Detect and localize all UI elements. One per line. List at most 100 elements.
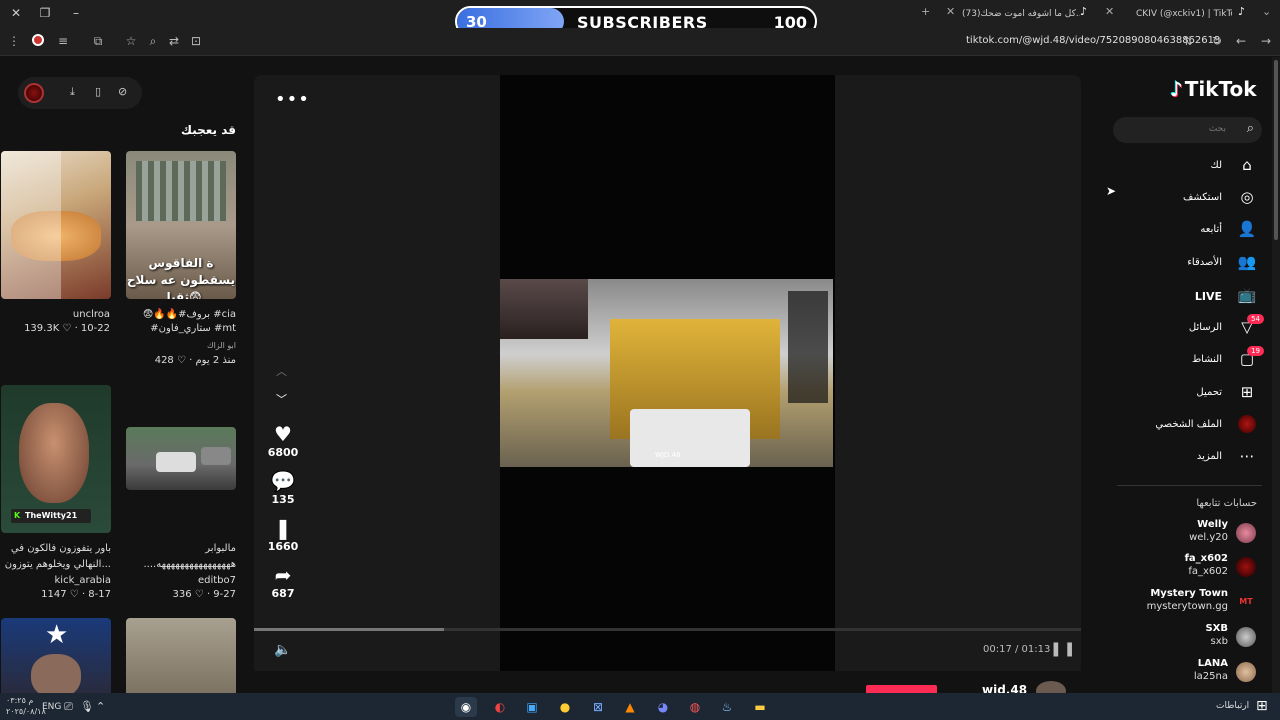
compass-small-icon[interactable]: ⊘: [118, 85, 127, 98]
minimize-window-icon[interactable]: –: [68, 6, 84, 20]
card-caption[interactable]: باور يتفوزون فالكون في: [1, 543, 111, 554]
follow-button[interactable]: [866, 685, 937, 693]
suggested-video-card[interactable]: [126, 427, 236, 490]
following-account[interactable]: Welly wel.y20: [1108, 519, 1258, 547]
site-settings-icon[interactable]: ⇅: [1180, 34, 1196, 48]
browser-taskbar-icon[interactable]: ◍: [684, 697, 706, 717]
restore-window-icon[interactable]: ❐: [37, 6, 53, 20]
previous-video-icon[interactable]: ︿: [276, 363, 287, 379]
more-options-icon[interactable]: •••: [275, 89, 310, 110]
card-caption[interactable]: 😨🔥🔥#بروف #cia: [126, 309, 236, 320]
suggested-video-card[interactable]: K TheWitty21: [1, 385, 111, 533]
extensions-icon[interactable]: ⧉: [90, 34, 106, 49]
window-taskbar-icon[interactable]: ▣: [521, 697, 543, 717]
nav-activity[interactable]: النشاط ▢ 19: [1118, 346, 1264, 372]
windows-start-icon[interactable]: ⊞: [1256, 698, 1268, 714]
card-caption-2[interactable]: النهالي ويخلوهم يتوزون...: [1, 559, 111, 570]
card-stats: 1147 ♡ · 8-17: [41, 589, 111, 600]
following-account[interactable]: Mystery Town mysterytown.gg MT: [1108, 588, 1258, 616]
card-caption-2[interactable]: ....ههههههههههههههههه: [126, 559, 237, 570]
volume-icon[interactable]: 🔈: [274, 642, 291, 658]
comment-icon[interactable]: 💬: [266, 469, 300, 493]
steam-taskbar-icon[interactable]: ♨: [716, 697, 738, 717]
nav-following[interactable]: أتابعه 👤: [1118, 220, 1258, 242]
nav-explore[interactable]: استكشف ◎: [1118, 188, 1258, 210]
browser-menu-icon[interactable]: ⋮: [6, 34, 22, 48]
card-author[interactable]: editbo7: [126, 575, 236, 586]
tab-inactive[interactable]: CKIV (@xckiv1) | TikTok(54): [1136, 5, 1232, 23]
app-taskbar-icon[interactable]: ▲: [619, 697, 641, 717]
scrollbar-thumb[interactable]: [1274, 60, 1278, 240]
language-indicator[interactable]: ENG: [42, 702, 61, 712]
mobile-icon[interactable]: ▯: [95, 85, 101, 98]
card-author[interactable]: unclroa: [50, 309, 110, 320]
search-icon[interactable]: ⌕: [1247, 121, 1254, 136]
video-author[interactable]: wjd.48: [982, 683, 1027, 693]
kick-logo-icon: K: [14, 511, 21, 520]
account-handle: la25na: [1193, 671, 1228, 682]
bookmark-icon[interactable]: ❚: [266, 516, 300, 540]
following-account[interactable]: fa_x602 fa_x602: [1108, 553, 1258, 581]
nav-profile[interactable]: الملف الشخصي: [1118, 415, 1258, 437]
nav-more[interactable]: المزيد ⋯: [1118, 447, 1258, 469]
nav-friends[interactable]: الأصدقاء 👥: [1118, 253, 1258, 275]
nav-for-you[interactable]: لك ⌂: [1118, 156, 1258, 178]
profile-avatar-icon[interactable]: [30, 34, 46, 49]
user-avatar[interactable]: [24, 83, 44, 103]
nav-live[interactable]: LIVE 📺: [1118, 286, 1258, 308]
tab-active[interactable]: (73)كل ما اشوفه اموت ضحك...: [962, 5, 1080, 23]
pause-icon[interactable]: ❚❚: [1050, 641, 1077, 657]
avatar: MT: [1236, 592, 1256, 612]
like-heart-icon[interactable]: ♥: [266, 422, 300, 446]
close-window-icon[interactable]: ✕: [8, 6, 24, 20]
forward-icon[interactable]: ←: [1233, 34, 1249, 48]
back-icon[interactable]: →: [1258, 34, 1274, 48]
discord-taskbar-icon[interactable]: ◕: [652, 697, 674, 717]
next-video-icon[interactable]: ﹀: [276, 391, 287, 407]
facecam: [500, 279, 588, 339]
account-name: LANA: [1197, 658, 1228, 669]
nav-upload[interactable]: تحميل ⊞: [1118, 383, 1258, 405]
video-frame[interactable]: WJD.48: [500, 279, 833, 467]
following-account[interactable]: SXB sxb: [1108, 623, 1258, 651]
media-icon[interactable]: ≡: [55, 34, 71, 48]
video-progress-bar[interactable]: [254, 628, 1081, 631]
reload-icon[interactable]: ↻: [1209, 34, 1225, 48]
bookmark-star-icon[interactable]: ☆: [123, 34, 139, 48]
zoom-icon[interactable]: ⌕: [145, 34, 161, 49]
tab-close-icon-2[interactable]: ✕: [1105, 5, 1114, 18]
display-icon[interactable]: ⎚: [64, 700, 73, 714]
search-input[interactable]: بحث ⌕: [1113, 117, 1262, 143]
translate-icon[interactable]: ⇄: [166, 34, 182, 48]
nav-label: أتابعه: [1200, 224, 1222, 235]
taskbar-label[interactable]: ارتباطات: [1216, 701, 1249, 711]
sidebar-divider: [1117, 485, 1262, 486]
share-arrow-icon[interactable]: ➦: [266, 563, 300, 587]
card-caption[interactable]: مالبوابر: [126, 543, 236, 554]
tab-close-icon[interactable]: ✕: [946, 5, 955, 18]
suggested-video-card[interactable]: ★: [1, 618, 111, 693]
download-icon[interactable]: ⤓: [70, 85, 75, 99]
video-info-bar: [254, 671, 1081, 693]
tool-taskbar-icon[interactable]: ⊠: [587, 697, 609, 717]
tiktok-logo[interactable]: ♪ TikTok: [1170, 77, 1257, 101]
new-tab-icon[interactable]: +: [921, 5, 930, 18]
suggested-video-card[interactable]: [1, 151, 111, 299]
card-author[interactable]: kick_arabia: [1, 575, 111, 586]
tray-chevron-icon[interactable]: ⌃: [96, 700, 105, 713]
chrome-taskbar-icon[interactable]: ◉: [455, 697, 477, 717]
card-author[interactable]: ابو الزاك: [126, 341, 236, 350]
tab-list-icon[interactable]: ⌄: [1262, 5, 1271, 18]
account-name: Welly: [1197, 519, 1228, 530]
obs-taskbar-icon[interactable]: ◐: [489, 697, 511, 717]
microphone-icon[interactable]: 🎙: [80, 700, 94, 713]
avatar: [1236, 627, 1256, 647]
suggested-video-card[interactable]: [126, 618, 236, 693]
following-account[interactable]: LANA la25na: [1108, 658, 1258, 686]
install-icon[interactable]: ⊡: [188, 34, 204, 48]
card-caption-2[interactable]: #ستاري_فاون #mt: [126, 323, 236, 334]
chat-taskbar-icon[interactable]: ●: [554, 697, 576, 717]
nav-messages[interactable]: الرسائل ▽ 54: [1118, 314, 1264, 340]
suggested-video-card[interactable]: ة الفاقوس يسقطون عه سلاح ثقيل😨: [126, 151, 236, 299]
folder-taskbar-icon[interactable]: ▬: [749, 697, 771, 717]
